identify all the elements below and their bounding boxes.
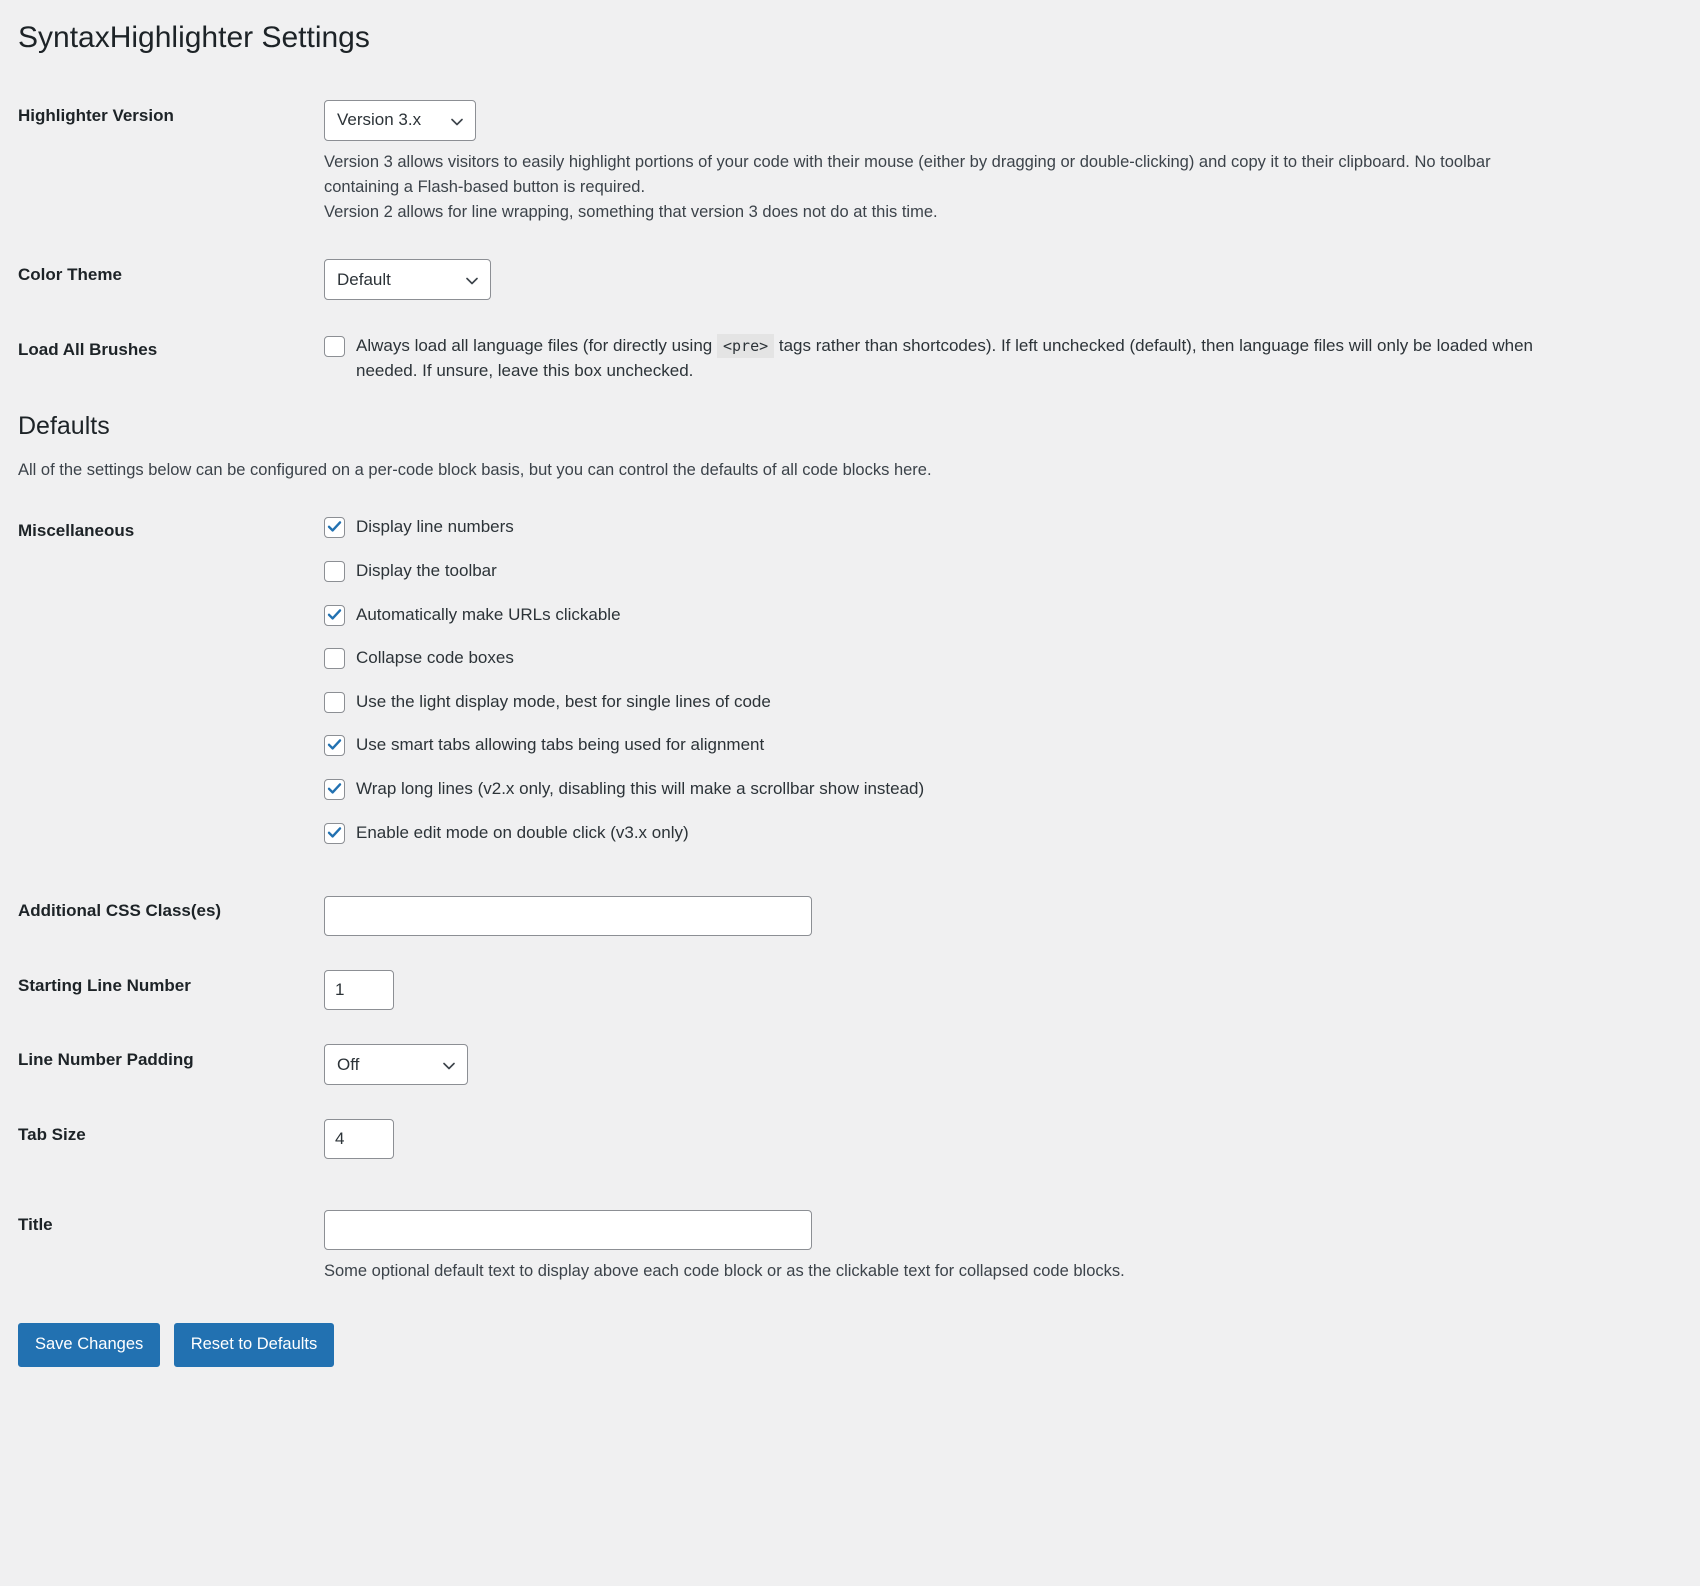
miscellaneous-checkbox-list: Display line numbers Display the toolbar A… <box>324 515 1690 845</box>
color-theme-select-wrap: Default <box>324 259 491 300</box>
load-all-brushes-checkbox[interactable] <box>324 336 345 357</box>
row-color-theme: Color Theme Default <box>0 242 1700 317</box>
color-theme-select[interactable]: Default <box>324 259 491 300</box>
cell-highlighter-version: Version 3.x Version 3 allows visitors to… <box>324 83 1700 242</box>
cell-miscellaneous: Display line numbers Display the toolbar A… <box>324 498 1700 862</box>
save-changes-button[interactable]: Save Changes <box>18 1323 160 1366</box>
miscellaneous-checkbox-row[interactable]: Use the light display mode, best for sin… <box>324 690 1690 715</box>
defaults-description: All of the settings below can be configu… <box>0 444 1700 483</box>
cell-load-all-brushes: Always load all language files (for dire… <box>324 317 1700 400</box>
load-all-brushes-text-before: Always load all language files (for dire… <box>356 336 712 355</box>
miscellaneous-checkbox-label[interactable]: Use the light display mode, best for sin… <box>356 690 771 715</box>
miscellaneous-checkbox-row[interactable]: Use smart tabs allowing tabs being used … <box>324 733 1690 758</box>
defaults-settings-table: Miscellaneous Display line numbersDispla… <box>0 498 1700 1301</box>
settings-page: SyntaxHighlighter Settings Highlighter V… <box>0 0 1700 1586</box>
load-all-brushes-label[interactable]: Always load all language files (for dire… <box>356 334 1541 383</box>
reset-to-defaults-button[interactable]: Reset to Defaults <box>174 1323 335 1366</box>
defaults-heading: Defaults <box>0 409 1700 444</box>
highlighter-version-desc-line2: Version 2 allows for line wrapping, some… <box>324 203 938 221</box>
label-additional-css-classes: Additional CSS Class(es) <box>0 862 324 953</box>
miscellaneous-checkbox-row[interactable]: Display the toolbar <box>324 559 1690 584</box>
miscellaneous-checkbox-label[interactable]: Enable edit mode on double click (v3.x o… <box>356 821 689 846</box>
miscellaneous-checkbox-row[interactable]: Collapse code boxes <box>324 646 1690 671</box>
starting-line-number-input[interactable] <box>324 970 394 1010</box>
cell-additional-css-classes <box>324 862 1700 953</box>
highlighter-version-select-wrap: Version 3.x <box>324 100 476 141</box>
load-all-brushes-checkbox-row[interactable]: Always load all language files (for dire… <box>324 334 1690 383</box>
miscellaneous-checkbox[interactable] <box>324 692 345 713</box>
row-highlighter-version: Highlighter Version Version 3.x Version … <box>0 83 1700 242</box>
miscellaneous-checkbox-row[interactable]: Enable edit mode on double click (v3.x o… <box>324 821 1690 846</box>
row-starting-line-number: Starting Line Number <box>0 953 1700 1027</box>
miscellaneous-checkbox-label[interactable]: Use smart tabs allowing tabs being used … <box>356 733 764 758</box>
section-spacer <box>0 401 1700 409</box>
line-number-padding-select[interactable]: Off <box>324 1044 468 1085</box>
page-title: SyntaxHighlighter Settings <box>0 0 1700 83</box>
row-tab-size: Tab Size <box>0 1102 1700 1176</box>
miscellaneous-checkbox-row[interactable]: Display line numbers <box>324 515 1690 540</box>
miscellaneous-checkbox[interactable] <box>324 735 345 756</box>
action-buttons: Save Changes Reset to Defaults <box>0 1301 1700 1366</box>
label-tab-size: Tab Size <box>0 1102 324 1176</box>
label-miscellaneous: Miscellaneous <box>0 498 324 862</box>
miscellaneous-checkbox-label[interactable]: Automatically make URLs clickable <box>356 603 621 628</box>
row-load-all-brushes: Load All Brushes Always load all languag… <box>0 317 1700 400</box>
label-title: Title <box>0 1176 324 1301</box>
miscellaneous-checkbox[interactable] <box>324 605 345 626</box>
row-miscellaneous: Miscellaneous Display line numbersDispla… <box>0 498 1700 862</box>
highlighter-version-select[interactable]: Version 3.x <box>324 100 476 141</box>
title-description: Some optional default text to display ab… <box>324 1259 1539 1284</box>
row-title: Title Some optional default text to disp… <box>0 1176 1700 1301</box>
miscellaneous-checkbox-label[interactable]: Display the toolbar <box>356 559 497 584</box>
row-additional-css-classes: Additional CSS Class(es) <box>0 862 1700 953</box>
label-load-all-brushes: Load All Brushes <box>0 317 324 400</box>
miscellaneous-checkbox[interactable] <box>324 648 345 669</box>
miscellaneous-checkbox-row[interactable]: Automatically make URLs clickable <box>324 603 1690 628</box>
pre-tag-code: <pre> <box>717 334 774 358</box>
top-settings-table: Highlighter Version Version 3.x Version … <box>0 83 1700 401</box>
cell-title: Some optional default text to display ab… <box>324 1176 1700 1301</box>
miscellaneous-checkbox-label[interactable]: Collapse code boxes <box>356 646 514 671</box>
tab-size-input[interactable] <box>324 1119 394 1159</box>
label-starting-line-number: Starting Line Number <box>0 953 324 1027</box>
line-number-padding-select-wrap: Off <box>324 1044 468 1085</box>
miscellaneous-checkbox[interactable] <box>324 823 345 844</box>
label-line-number-padding: Line Number Padding <box>0 1027 324 1102</box>
additional-css-classes-input[interactable] <box>324 896 812 936</box>
cell-starting-line-number <box>324 953 1700 1027</box>
cell-color-theme: Default <box>324 242 1700 317</box>
label-highlighter-version: Highlighter Version <box>0 83 324 242</box>
row-line-number-padding: Line Number Padding Off <box>0 1027 1700 1102</box>
miscellaneous-checkbox[interactable] <box>324 561 345 582</box>
miscellaneous-checkbox[interactable] <box>324 779 345 800</box>
cell-tab-size <box>324 1102 1700 1176</box>
highlighter-version-desc-line1: Version 3 allows visitors to easily high… <box>324 153 1491 196</box>
highlighter-version-description: Version 3 allows visitors to easily high… <box>324 150 1539 225</box>
title-input[interactable] <box>324 1210 812 1250</box>
miscellaneous-checkbox-label[interactable]: Wrap long lines (v2.x only, disabling th… <box>356 777 924 802</box>
cell-line-number-padding: Off <box>324 1027 1700 1102</box>
miscellaneous-checkbox[interactable] <box>324 517 345 538</box>
label-color-theme: Color Theme <box>0 242 324 317</box>
miscellaneous-checkbox-row[interactable]: Wrap long lines (v2.x only, disabling th… <box>324 777 1690 802</box>
miscellaneous-checkbox-label[interactable]: Display line numbers <box>356 515 514 540</box>
